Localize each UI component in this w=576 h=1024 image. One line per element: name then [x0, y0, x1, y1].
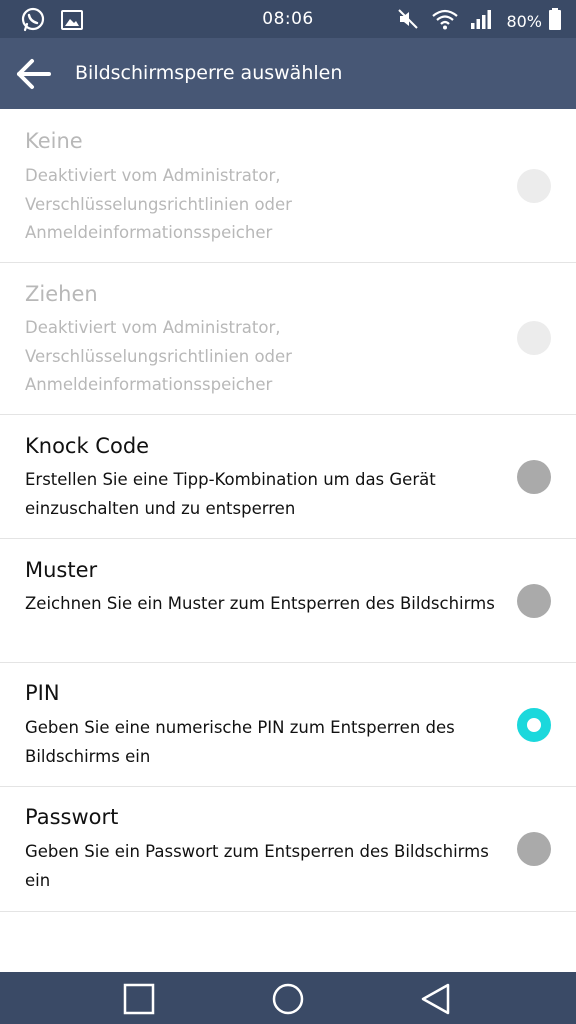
option-pin[interactable]: PIN Geben Sie eine numerische PIN zum En… — [0, 663, 576, 787]
arrow-left-icon — [16, 59, 52, 95]
option-title: Ziehen — [25, 282, 98, 306]
option-title: Muster — [25, 558, 98, 582]
radio-ziehen — [517, 321, 551, 355]
option-description: Deaktiviert vom Administrator, Verschlüs… — [25, 318, 292, 394]
recents-square-icon — [121, 983, 157, 1020]
home-button[interactable] — [270, 982, 306, 1016]
option-muster[interactable]: Muster Zeichnen Sie ein Muster zum Entsp… — [0, 539, 576, 663]
option-description: Deaktiviert vom Administrator, Verschlüs… — [25, 166, 292, 242]
radio-muster[interactable] — [517, 584, 551, 618]
option-title: Knock Code — [25, 434, 150, 458]
status-bar: 08:06 80% — [0, 0, 576, 38]
radio-keine — [517, 169, 551, 203]
option-description: Erstellen Sie eine Tipp-Kombination um d… — [25, 470, 436, 518]
option-description: Geben Sie eine numerische PIN zum Entspe… — [25, 718, 455, 766]
option-title: Passwort — [25, 805, 119, 829]
option-title: PIN — [25, 681, 60, 705]
navigation-bar — [0, 972, 576, 1024]
radio-pin-selected[interactable] — [517, 708, 551, 742]
option-title: Keine — [25, 129, 83, 153]
option-passwort[interactable]: Passwort Geben Sie ein Passwort zum Ents… — [0, 787, 576, 912]
option-description: Zeichnen Sie ein Muster zum Entsperren d… — [25, 594, 495, 613]
radio-passwort[interactable] — [517, 832, 551, 866]
page-title: Bildschirmsperre auswählen — [75, 62, 343, 84]
radio-knock-code[interactable] — [517, 460, 551, 494]
back-button[interactable] — [16, 57, 52, 91]
option-knock-code[interactable]: Knock Code Erstellen Sie eine Tipp-Kombi… — [0, 415, 576, 539]
mute-icon — [396, 7, 420, 35]
wifi-icon — [432, 8, 459, 34]
recents-button[interactable] — [121, 982, 157, 1016]
back-triangle-icon — [418, 983, 454, 1020]
lock-option-list: Keine Deaktiviert vom Administrator, Ver… — [0, 109, 576, 912]
signal-icon — [470, 8, 494, 34]
option-ziehen: Ziehen Deaktiviert vom Administrator, Ve… — [0, 263, 576, 415]
app-bar: Bildschirmsperre auswählen — [0, 38, 576, 109]
battery-icon — [548, 7, 562, 35]
battery-percent: 80% — [506, 11, 542, 31]
option-description: Geben Sie ein Passwort zum Entsperren de… — [25, 842, 489, 890]
nav-back-button[interactable] — [418, 982, 454, 1016]
home-circle-icon — [270, 983, 306, 1020]
option-keine: Keine Deaktiviert vom Administrator, Ver… — [0, 109, 576, 263]
